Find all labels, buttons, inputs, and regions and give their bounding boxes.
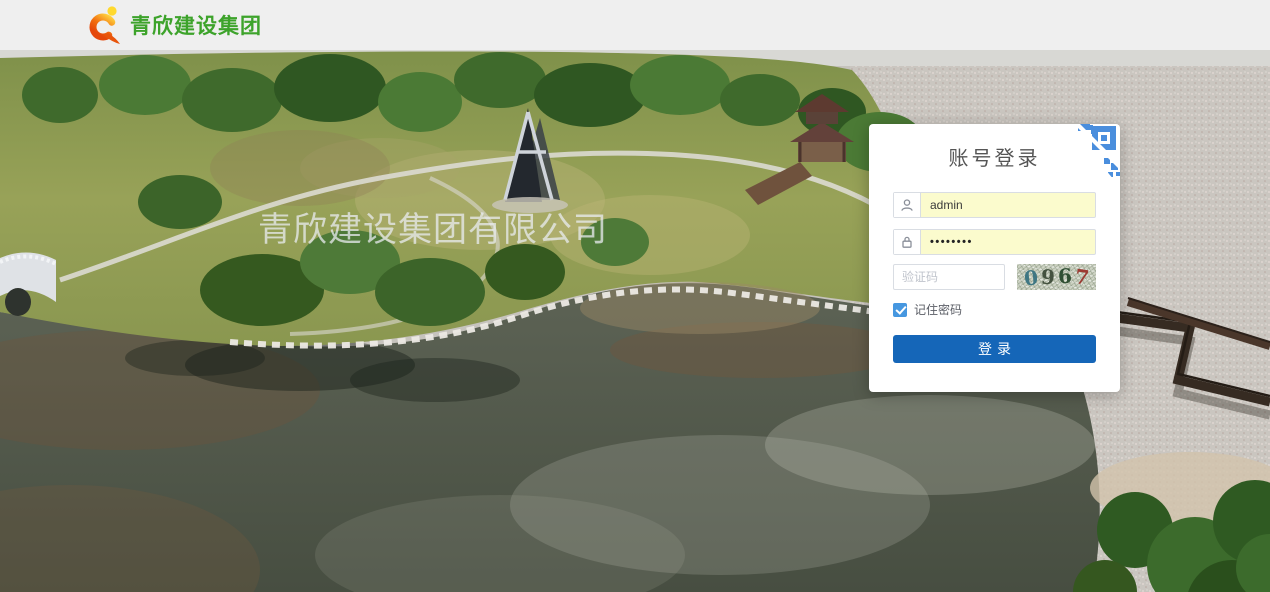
remember-row: 记住密码 xyxy=(893,302,962,317)
remember-label[interactable]: 记住密码 xyxy=(914,301,962,318)
captcha-digit: 9 xyxy=(1040,267,1055,288)
login-card: 账号登录 0 9 6 7 记住密码 登录 xyxy=(869,124,1120,392)
username-input[interactable] xyxy=(921,193,1095,217)
captcha-input[interactable] xyxy=(893,264,1005,290)
captcha-digit: 6 xyxy=(1057,266,1072,287)
captcha-digit: 7 xyxy=(1074,266,1091,288)
brand-logo-icon xyxy=(88,5,122,45)
username-row xyxy=(893,192,1096,218)
captcha-digit: 0 xyxy=(1023,267,1039,288)
login-title: 账号登录 xyxy=(869,142,1120,171)
login-button[interactable]: 登录 xyxy=(893,335,1096,363)
captcha-row: 0 9 6 7 xyxy=(893,264,1096,290)
remember-checkbox[interactable] xyxy=(893,303,907,317)
password-input[interactable] xyxy=(921,230,1095,254)
company-watermark: 青欣建设集团有限公司 xyxy=(258,202,608,251)
lock-icon xyxy=(894,230,921,254)
user-icon xyxy=(894,193,921,217)
brand-name: 青欣建设集团 xyxy=(130,10,262,40)
captcha-image[interactable]: 0 9 6 7 xyxy=(1017,264,1096,290)
password-row xyxy=(893,229,1096,255)
app-header: 青欣建设集团 xyxy=(0,0,1270,50)
